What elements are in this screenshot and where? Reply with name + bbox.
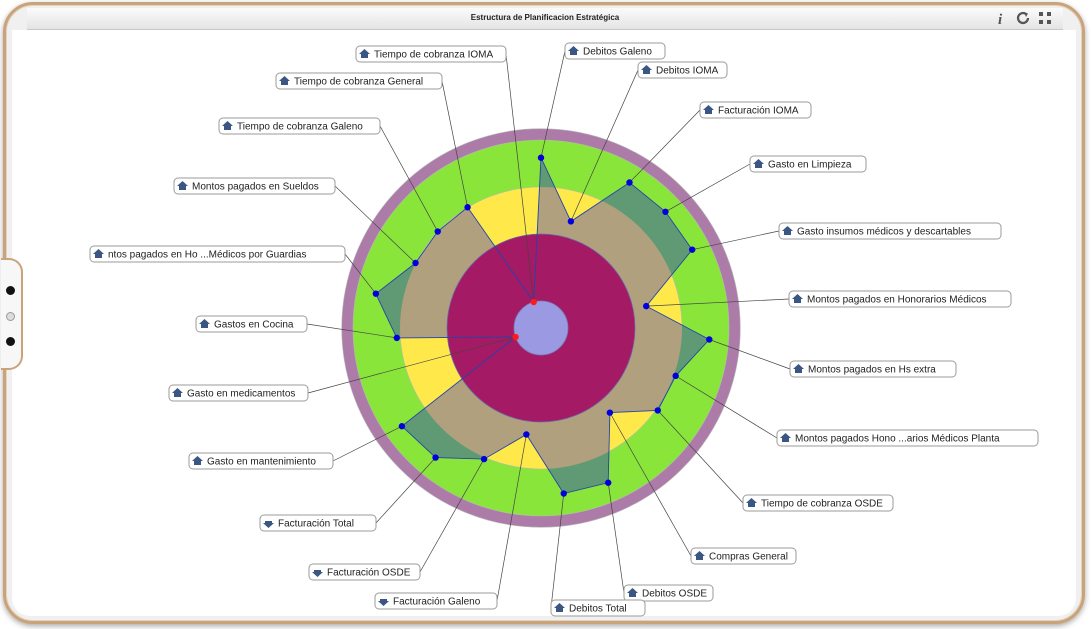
data-point [372,290,380,297]
data-point [688,246,696,253]
label-text: Montos pagados Hono ...arios Médicos Pla… [795,434,1000,445]
indicator-label[interactable]: ntos pagados en Ho ...Médicos por Guardi… [89,245,346,263]
data-point [434,228,441,235]
indicator-label[interactable]: Facturación IOMA [699,101,812,119]
label-text: Gasto en mantenimiento [207,457,316,468]
indicator-label[interactable]: Montos pagados en Honorarios Médicos [788,290,1012,308]
label-text: Gasto insumos médicos y descartables [797,227,971,238]
indicator-label[interactable]: Facturación Galeno [374,592,498,610]
label-text: Gasto en medicamentos [187,389,295,400]
data-point [654,407,661,414]
indicator-label[interactable]: Tiempo de cobranza Galeno [218,117,381,135]
label-text: Facturación OSDE [327,568,411,579]
label-text: Facturación Galeno [393,597,481,608]
label-text: Tiempo de cobranza OSDE [761,499,883,510]
indicator-label[interactable]: Tiempo de cobranza OSDE [742,494,894,512]
indicator-label[interactable]: Tiempo de cobranza IOMA [355,45,507,63]
label-text: Gasto en Limpieza [768,160,852,171]
center-hub [513,300,569,356]
label-text: Gastos en Cocina [214,320,294,331]
data-point [412,259,419,267]
data-point [530,298,537,306]
indicator-label[interactable]: Gasto insumos médicos y descartables [778,222,1002,240]
label-text: Facturación IOMA [718,106,799,117]
label-text: Facturación Total [278,519,354,530]
data-point [706,336,713,343]
data-point [432,454,439,461]
data-point [480,455,488,463]
label-text: Debitos Total [569,604,627,615]
data-point [626,179,633,186]
label-text: Tiempo de cobranza General [294,77,423,88]
label-text: Debitos IOMA [656,66,719,77]
label-text: Montos pagados en Hs extra [808,365,936,376]
data-point [523,431,530,438]
label-text: Debitos OSDE [642,589,707,600]
indicator-label[interactable]: Montos pagados Hono ...arios Médicos Pla… [776,429,1039,447]
indicator-label[interactable]: Compras General [690,547,797,565]
indicator-label[interactable]: Facturación Total [259,514,377,532]
indicator-label[interactable]: Montos pagados en Hs extra [789,360,957,378]
indicator-label[interactable]: Debitos Total [550,599,646,617]
data-point [464,204,471,211]
label-text: Tiempo de cobranza Galeno [237,122,363,133]
label-text: Montos pagados en Sueldos [192,182,319,193]
data-point [560,490,567,497]
indicator-label[interactable]: Montos pagados en Sueldos [173,177,336,195]
data-point [605,479,612,486]
indicator-label[interactable]: Debitos Galeno [564,42,666,60]
indicator-label[interactable]: Gastos en Cocina [195,315,308,333]
indicator-label[interactable]: Debitos OSDE [623,584,714,602]
data-point [643,302,650,310]
label-text: Montos pagados en Honorarios Médicos [807,295,987,306]
data-point [512,333,519,341]
radar-chart: Debitos Galeno Debitos IOMA Facturación IO… [89,42,1039,617]
indicator-label[interactable]: Tiempo de cobranza General [275,72,443,90]
indicator-label[interactable]: Gasto en Limpieza [749,155,867,173]
indicator-label[interactable]: Debitos IOMA [637,61,728,79]
label-text: Compras General [709,552,788,563]
data-point [672,372,679,380]
indicator-label[interactable]: Gasto en mantenimiento [188,452,334,470]
data-point [606,409,614,416]
indicator-label[interactable]: Facturación OSDE [308,563,421,581]
data-point [662,208,669,215]
label-text: Tiempo de cobranza IOMA [374,50,493,61]
data-point [567,218,575,225]
data-point [398,423,406,430]
data-point [537,154,545,161]
label-text: ntos pagados en Ho ...Médicos por Guardi… [108,250,306,261]
data-point [393,334,401,342]
label-text: Debitos Galeno [583,47,652,58]
indicator-label[interactable]: Gasto en medicamentos [168,384,309,402]
